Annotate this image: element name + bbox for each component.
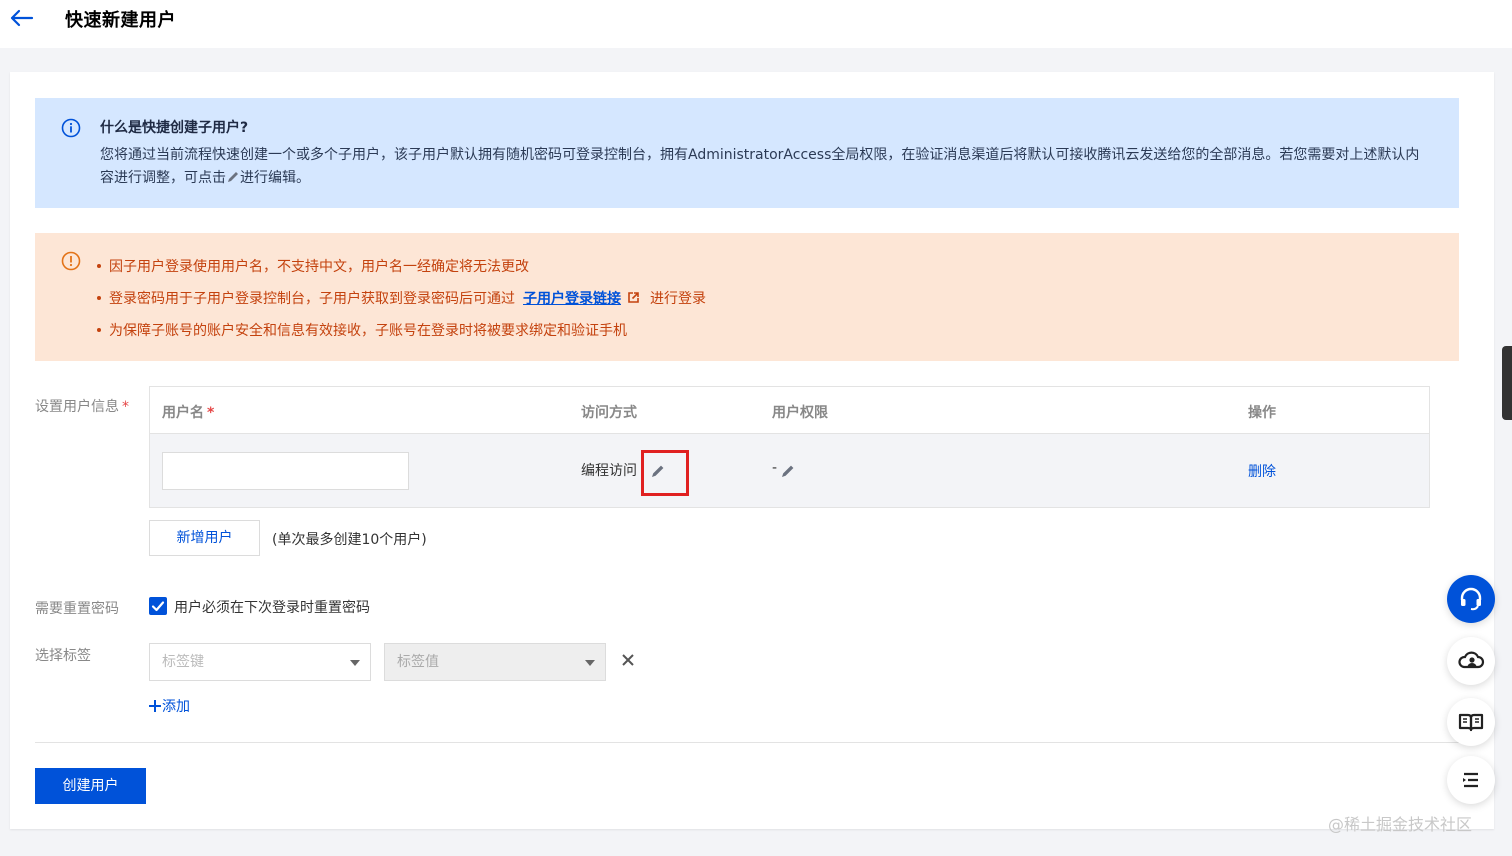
- edit-permission-pencil-icon[interactable]: [780, 463, 796, 479]
- main-card: 什么是快捷创建子用户? 您将通过当前流程快速创建一个或多个子用户，该子用户默认拥…: [10, 72, 1494, 829]
- reset-password-label: 需要重置密码: [35, 601, 119, 617]
- page-title: 快速新建用户: [65, 10, 176, 31]
- top-bar: 快速新建用户: [0, 0, 1512, 48]
- highlight-annotation: [641, 450, 689, 496]
- info-body: 您将通过当前流程快速创建一个或多个子用户，该子用户默认拥有随机密码可登录控制台，…: [100, 144, 1430, 190]
- add-user-button[interactable]: 新增用户: [149, 520, 260, 556]
- reset-password-checkbox[interactable]: [149, 597, 167, 615]
- info-icon: [61, 118, 81, 138]
- user-info-label: 设置用户信息 *: [35, 399, 129, 415]
- user-table: 用户名 * 访问方式 用户权限 操作 编程访问 - 删除: [149, 386, 1430, 508]
- reset-password-checkbox-label[interactable]: 用户必须在下次登录时重置密码: [174, 597, 370, 617]
- delete-row-link[interactable]: 删除: [1248, 461, 1276, 481]
- close-icon[interactable]: [621, 653, 635, 667]
- docs-button[interactable]: [1447, 698, 1495, 746]
- menu-button[interactable]: [1447, 756, 1495, 804]
- header-permission: 用户权限: [772, 405, 828, 421]
- tag-label: 选择标签: [35, 648, 91, 664]
- headset-icon: [1460, 587, 1482, 611]
- chevron-down-icon: [585, 660, 595, 666]
- warning-alert: 因子用户登录使用用户名，不支持中文，用户名一经确定将无法更改 登录密码用于子用户…: [35, 233, 1459, 361]
- plus-icon: [149, 700, 161, 712]
- warning-item: 为保障子账号的账户安全和信息有效接收，子账号在登录时将被要求绑定和验证手机: [97, 317, 706, 349]
- table-row: 编程访问 - 删除: [150, 434, 1429, 507]
- access-method: 编程访问: [581, 463, 637, 479]
- menu-list-icon: [1463, 772, 1478, 788]
- add-tag-link[interactable]: 添加: [148, 696, 190, 716]
- warning-list: 因子用户登录使用用户名，不支持中文，用户名一经确定将无法更改 登录密码用于子用户…: [97, 253, 706, 349]
- create-user-button[interactable]: 创建用户: [35, 768, 146, 804]
- pencil-icon: [228, 172, 238, 182]
- cloud-user-button[interactable]: [1447, 637, 1495, 685]
- book-icon: [1458, 713, 1484, 732]
- warning-item: 登录密码用于子用户登录控制台，子用户获取到登录密码后可通过 子用户登录链接 进行登录: [97, 285, 706, 317]
- warning-item: 因子用户登录使用用户名，不支持中文，用户名一经确定将无法更改: [97, 253, 706, 285]
- chevron-down-icon: [350, 660, 360, 666]
- limit-note: (单次最多创建10个用户): [272, 532, 427, 548]
- header-access: 访问方式: [581, 405, 637, 421]
- tag-value-select: 标签值: [384, 643, 606, 681]
- username-input[interactable]: [162, 452, 409, 490]
- info-title: 什么是快捷创建子用户?: [100, 120, 249, 136]
- support-button[interactable]: [1447, 575, 1495, 623]
- info-alert: 什么是快捷创建子用户? 您将通过当前流程快速创建一个或多个子用户，该子用户默认拥…: [35, 98, 1459, 208]
- table-header: 用户名 * 访问方式 用户权限 操作: [150, 387, 1429, 434]
- permission-value: -: [772, 460, 778, 476]
- cloud-user-icon: [1458, 651, 1485, 669]
- watermark: @稀土掘金技术社区: [1328, 815, 1473, 834]
- subuser-login-link[interactable]: 子用户登录链接: [523, 291, 621, 307]
- header-action: 操作: [1248, 405, 1276, 421]
- info-body-text-end: 进行编辑。: [240, 170, 310, 186]
- divider: [35, 742, 1459, 743]
- warning-icon: [61, 251, 81, 271]
- tag-key-select[interactable]: 标签键: [149, 643, 371, 681]
- side-scroll-tab[interactable]: [1502, 346, 1512, 420]
- header-username: 用户名 *: [162, 405, 215, 421]
- external-link-icon[interactable]: [627, 291, 640, 304]
- check-icon: [151, 601, 165, 612]
- back-arrow-icon[interactable]: [8, 8, 34, 28]
